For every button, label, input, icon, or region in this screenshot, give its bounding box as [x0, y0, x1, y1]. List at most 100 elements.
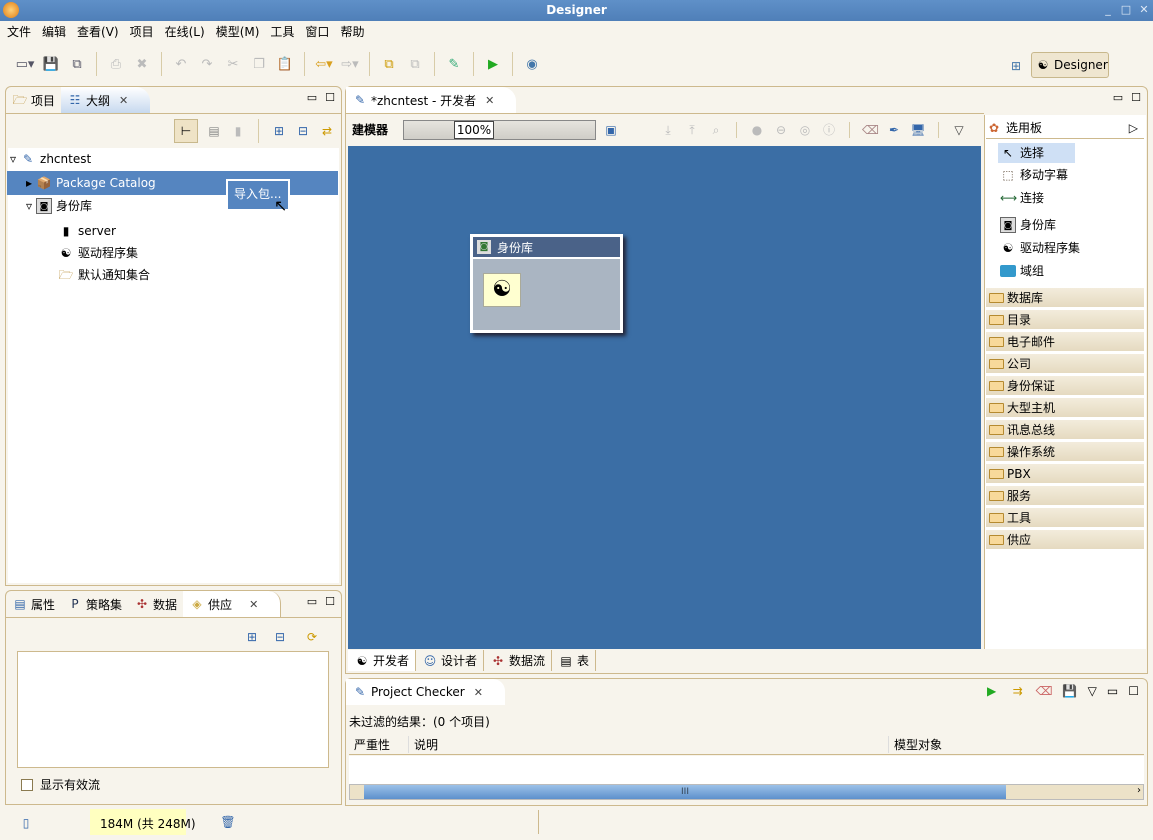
tab-data[interactable]: ✣ 数据	[128, 591, 183, 617]
menu-edit[interactable]: 编辑	[39, 21, 74, 43]
close-icon[interactable]: ✕	[485, 94, 494, 107]
tab-project[interactable]: 🗁 项目	[6, 87, 61, 113]
minimize-icon[interactable]: ▭	[1113, 91, 1123, 104]
save-all-icon[interactable]: ⧉	[66, 53, 88, 75]
maximize-icon[interactable]: ☐	[325, 595, 335, 608]
minimize-icon[interactable]: ▭	[307, 595, 317, 608]
link-icon[interactable]: ⇄	[319, 123, 335, 139]
tree-item-server[interactable]: ▮ server	[58, 220, 116, 242]
marquee-icon[interactable]: ▣	[603, 122, 619, 138]
tab-provisioning[interactable]: ◈ 供应 ✕	[183, 591, 282, 617]
export-icon[interactable]: ⤒	[684, 122, 700, 138]
redo-icon[interactable]: ↷	[196, 53, 218, 75]
delete-icon[interactable]: ✖	[131, 53, 153, 75]
maximize-icon[interactable]: ☐	[325, 91, 335, 104]
minimize-button[interactable]: _	[1101, 3, 1115, 17]
dropdown-icon[interactable]: ▽	[951, 122, 967, 138]
save-icon[interactable]: 💾	[40, 53, 62, 75]
palette-drawer[interactable]: 数据库	[986, 288, 1144, 308]
menu-view[interactable]: 查看(V)	[74, 21, 127, 43]
model-canvas[interactable]	[348, 146, 981, 649]
column-description[interactable]: 说明	[409, 735, 889, 753]
run-icon[interactable]: ▶	[482, 53, 504, 75]
tab-outline[interactable]: ☷ 大纲 ✕	[61, 87, 151, 113]
tree-item-package-catalog[interactable]: ▸ 📦 Package Catalog	[26, 172, 156, 194]
cut-icon[interactable]: ✂	[222, 53, 244, 75]
close-button[interactable]: ✕	[1137, 3, 1151, 17]
expanded-arrow-icon[interactable]: ▿	[10, 148, 16, 170]
compare-icon[interactable]: ⌕	[708, 122, 724, 138]
tab-developer[interactable]: ☯ 开发者	[348, 650, 417, 671]
save-icon[interactable]: 💾	[1062, 683, 1078, 699]
menu-file[interactable]: 文件	[4, 21, 39, 43]
menu-project[interactable]: 项目	[127, 21, 162, 43]
tab-designer[interactable]: ☺ 设计者	[416, 650, 485, 671]
checkbox-box[interactable]	[21, 778, 33, 791]
start-icon[interactable]: ●	[749, 122, 765, 138]
print-icon[interactable]: ⎙	[105, 53, 127, 75]
trash-icon[interactable]: 🗑	[220, 814, 236, 830]
open-perspective-icon[interactable]: ⊞	[1008, 58, 1024, 74]
palette-tool-driver-set[interactable]: ☯ 驱动程序集	[1000, 238, 1080, 258]
palette-drawer[interactable]: 操作系统	[986, 442, 1144, 462]
column-model-object[interactable]: 模型对象	[889, 736, 942, 753]
maximize-icon[interactable]: ☐	[1128, 684, 1139, 698]
refresh-icon[interactable]: ⟳	[304, 629, 320, 645]
palette-tool-marquee[interactable]: ⬚ 移动字幕	[1000, 165, 1068, 185]
show-valid-flows-checkbox[interactable]: 显示有效流	[21, 776, 100, 793]
collapse-all-icon[interactable]: ⊟	[272, 629, 288, 645]
close-icon[interactable]: ✕	[119, 94, 128, 107]
close-icon[interactable]: ✕	[474, 686, 483, 699]
palette-drawer[interactable]: 公司	[986, 354, 1144, 374]
scrollbar-thumb[interactable]: III	[364, 785, 1006, 799]
close-icon[interactable]: ✕	[249, 598, 258, 611]
palette-tool-vault[interactable]: ◙ 身份库	[1000, 215, 1056, 235]
palette-drawer[interactable]: 服务	[986, 486, 1144, 506]
zoom-slider[interactable]: 100%	[403, 120, 596, 140]
palette-tool-domain-group[interactable]: 域组	[1000, 261, 1044, 281]
back-icon[interactable]: ⇦▾	[313, 53, 335, 75]
import-icon[interactable]: ⧉	[378, 53, 400, 75]
zoom-thumb[interactable]: 100%	[454, 121, 494, 139]
menu-window[interactable]: 窗口	[302, 21, 337, 43]
column-severity[interactable]: 严重性	[349, 735, 409, 753]
palette-drawer[interactable]: 工具	[986, 508, 1144, 528]
eraser-icon[interactable]: ⌫	[862, 122, 879, 138]
minimize-icon[interactable]: ▭	[307, 91, 317, 104]
minimize-icon[interactable]: ▭	[1107, 684, 1118, 698]
identity-vault-node[interactable]: ◙ 身份库 ☯	[470, 234, 623, 333]
copy-icon[interactable]: ❐	[248, 53, 270, 75]
expand-all-icon[interactable]: ⊞	[244, 629, 260, 645]
stop-icon[interactable]: ⊖	[773, 122, 789, 138]
palette-drawer[interactable]: 大型主机	[986, 398, 1144, 418]
deploy-icon[interactable]: 🖥	[910, 122, 926, 138]
maximize-button[interactable]: □	[1119, 3, 1133, 17]
tab-editor[interactable]: ✎ *zhcntest - 开发者 ✕	[346, 87, 517, 113]
expand-all-icon[interactable]: ⊞	[271, 123, 287, 139]
driver-set-icon[interactable]: ☯	[483, 273, 521, 307]
tab-table[interactable]: ▤ 表	[552, 650, 597, 671]
web-icon[interactable]: ◉	[521, 53, 543, 75]
collapsed-arrow-icon[interactable]: ▸	[26, 172, 32, 194]
table-view-icon[interactable]: ▤	[206, 123, 222, 139]
fast-view-icon[interactable]: ▯	[18, 815, 34, 831]
menu-tools[interactable]: 工具	[267, 21, 302, 43]
tree-item-driver-set[interactable]: ☯ 驱动程序集	[58, 242, 138, 264]
tree-view-icon[interactable]: ⊢	[174, 118, 198, 143]
import-icon[interactable]: ⤓	[660, 122, 676, 138]
new-icon[interactable]: ▭▾	[14, 53, 36, 75]
palette-drawer[interactable]: 身份保证	[986, 376, 1144, 396]
palette-drawer[interactable]: 电子邮件	[986, 332, 1144, 352]
tab-project-checker[interactable]: ✎ Project Checker ✕	[346, 679, 505, 705]
maximize-icon[interactable]: ☐	[1131, 91, 1141, 104]
palette-drawer[interactable]: PBX	[986, 464, 1144, 484]
expanded-arrow-icon[interactable]: ▿	[26, 195, 32, 217]
palette-drawer[interactable]: 供应	[986, 530, 1144, 550]
run-check-icon[interactable]: ▶	[984, 683, 1000, 699]
restart-icon[interactable]: ◎	[797, 122, 813, 138]
undo-icon[interactable]: ↶	[170, 53, 192, 75]
scroll-right-icon[interactable]: ›	[1137, 785, 1141, 796]
collapse-all-icon[interactable]: ⊟	[295, 123, 311, 139]
forward-icon[interactable]: ⇨▾	[339, 53, 361, 75]
palette-drawer[interactable]: 讯息总线	[986, 420, 1144, 440]
